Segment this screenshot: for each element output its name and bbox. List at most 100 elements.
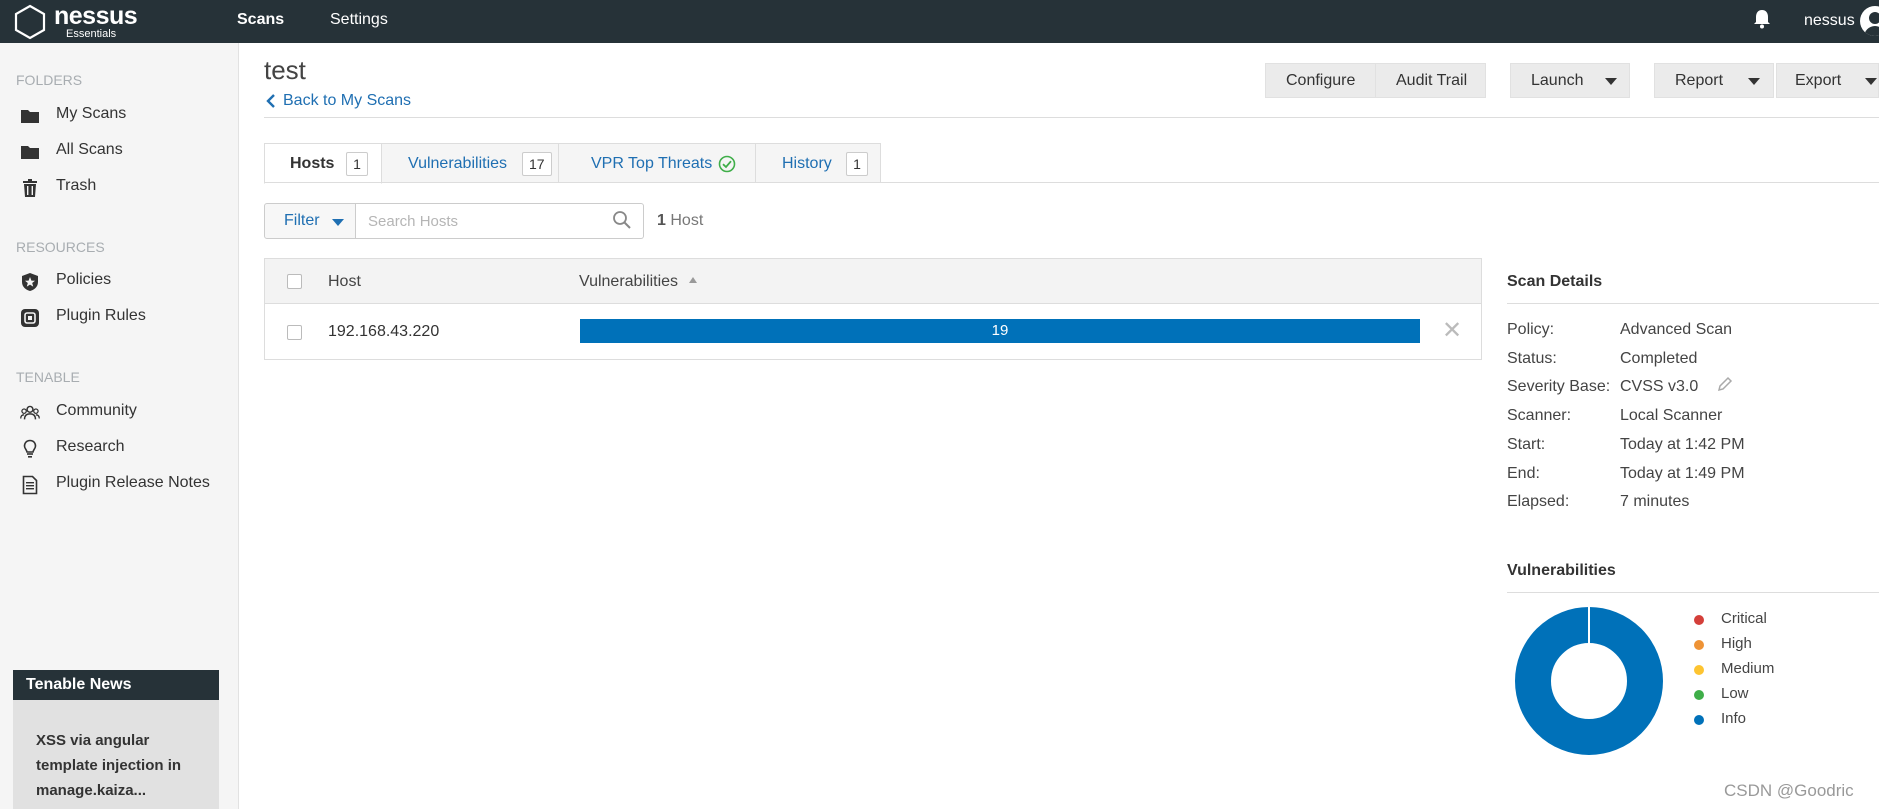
- people-icon: [20, 405, 40, 420]
- legend-swatch: [1694, 615, 1704, 625]
- avatar-head: [1869, 12, 1879, 24]
- tab-vulnerabilities[interactable]: Vulnerabilities 17: [381, 143, 559, 183]
- username[interactable]: nessus: [1804, 12, 1855, 30]
- detail-label: Elapsed:: [1507, 493, 1570, 510]
- detail-value: CVSS v3.0: [1620, 378, 1699, 395]
- caret-down-icon: [332, 219, 344, 226]
- scan-details-title: Scan Details: [1507, 273, 1603, 290]
- launch-button[interactable]: Launch: [1510, 63, 1630, 98]
- host-count: 1 Host: [657, 212, 703, 230]
- hexagon-logo-icon: [14, 4, 46, 40]
- nav-settings[interactable]: Settings: [330, 11, 388, 29]
- section-title-tenable: TENABLE: [16, 369, 80, 385]
- configure-button[interactable]: Configure: [1265, 63, 1376, 98]
- legend-label: Critical: [1721, 610, 1767, 627]
- sidebar-item-policies[interactable]: Policies: [20, 269, 230, 295]
- sidebar-item-label: Trash: [56, 177, 97, 194]
- chevron-left-icon: [266, 94, 275, 108]
- tab-label: Vulnerabilities: [408, 155, 508, 172]
- nessus-logo[interactable]: nessus Essentials: [12, 2, 152, 40]
- configure-label: Configure: [1286, 72, 1356, 89]
- shield-icon: [22, 273, 38, 291]
- sidebar-item-plugin-release-notes[interactable]: Plugin Release Notes: [20, 472, 230, 498]
- audit-trail-label: Audit Trail: [1396, 72, 1468, 89]
- sidebar: FOLDERS My Scans All Scans Trash RESOURC…: [0, 43, 239, 809]
- detail-label: Scanner:: [1507, 407, 1572, 424]
- detail-label: Status:: [1507, 350, 1557, 367]
- plugin-icon: [21, 309, 39, 327]
- logo-name: nessus: [54, 2, 138, 30]
- host-ip[interactable]: 192.168.43.220: [328, 323, 439, 341]
- tab-hosts[interactable]: Hosts 1: [264, 143, 382, 184]
- news-header: Tenable News: [13, 670, 219, 700]
- select-all-checkbox[interactable]: [287, 274, 302, 289]
- legend-swatch: [1694, 715, 1704, 725]
- news-item-link[interactable]: XSS via angular template injection in ma…: [36, 728, 206, 803]
- document-icon: [22, 475, 38, 495]
- report-button[interactable]: Report: [1654, 63, 1774, 98]
- vulnerability-count: 19: [991, 322, 1009, 339]
- row-checkbox[interactable]: [287, 325, 302, 340]
- sidebar-item-research[interactable]: Research: [20, 436, 230, 462]
- news-title: Tenable News: [26, 676, 132, 693]
- top-navigation-bar: nessus Essentials Scans Settings nessus: [0, 0, 1879, 43]
- sidebar-item-label: Plugin Release Notes: [56, 474, 210, 491]
- watermark: CSDN @Goodric: [1724, 781, 1854, 800]
- report-label: Report: [1675, 72, 1724, 89]
- detail-label: End:: [1507, 465, 1540, 482]
- sidebar-item-label: Plugin Rules: [56, 307, 146, 324]
- severity-donut-chart[interactable]: [1514, 606, 1664, 756]
- export-label: Export: [1795, 72, 1842, 89]
- section-title-resources: RESOURCES: [16, 239, 105, 255]
- nav-scans[interactable]: Scans: [237, 11, 284, 29]
- check-circle-icon: [718, 155, 736, 173]
- tab-count-badge: 17: [522, 152, 552, 176]
- tab-count-badge: 1: [346, 152, 368, 176]
- edit-pencil-icon[interactable]: [1716, 375, 1734, 393]
- hosts-table: Host Vulnerabilities 192.168.43.220 19 ✕: [264, 258, 1482, 360]
- host-count-number: 1: [657, 212, 666, 229]
- vulnerabilities-summary-title: Vulnerabilities: [1507, 562, 1616, 579]
- tab-history[interactable]: History 1: [755, 143, 881, 183]
- detail-value: Today at 1:42 PM: [1620, 436, 1745, 453]
- sidebar-item-label: Research: [56, 438, 125, 455]
- title-divider: [264, 117, 1879, 118]
- back-link-label: Back to My Scans: [283, 92, 412, 109]
- legend-label: Medium: [1721, 660, 1775, 677]
- search-icon[interactable]: [612, 210, 632, 230]
- vulnerability-count-bar[interactable]: 19: [580, 319, 1420, 343]
- remove-host-icon[interactable]: ✕: [1442, 316, 1462, 345]
- vulnerabilities-summary-divider: [1507, 592, 1879, 593]
- folder-icon: [21, 146, 39, 159]
- column-header-vulnerabilities[interactable]: Vulnerabilities: [579, 273, 678, 291]
- export-button[interactable]: Export: [1776, 63, 1879, 98]
- sidebar-item-all-scans[interactable]: All Scans: [20, 139, 230, 165]
- sidebar-item-plugin-rules[interactable]: Plugin Rules: [20, 305, 230, 331]
- sidebar-item-label: All Scans: [56, 141, 123, 158]
- tab-vpr-top-threats[interactable]: VPR Top Threats: [558, 143, 756, 183]
- detail-label: Severity Base:: [1507, 378, 1611, 395]
- section-title-folders: FOLDERS: [16, 72, 83, 88]
- sidebar-item-trash[interactable]: Trash: [20, 175, 230, 201]
- lightbulb-icon: [23, 439, 37, 458]
- detail-label: Policy:: [1507, 321, 1555, 338]
- caret-down-icon: [1748, 78, 1760, 85]
- sidebar-item-my-scans[interactable]: My Scans: [20, 103, 230, 129]
- filter-dropdown-button[interactable]: Filter: [264, 203, 356, 239]
- detail-label: Start:: [1507, 436, 1546, 453]
- audit-trail-button[interactable]: Audit Trail: [1375, 63, 1486, 98]
- host-count-label: Host: [670, 212, 704, 229]
- detail-value: 7 minutes: [1620, 493, 1690, 510]
- legend-label: Info: [1721, 710, 1747, 727]
- column-header-host[interactable]: Host: [328, 273, 361, 291]
- trash-icon: [23, 179, 37, 197]
- search-hosts-input[interactable]: [356, 203, 644, 239]
- sort-ascending-icon: [689, 277, 697, 283]
- user-avatar-icon[interactable]: [1860, 6, 1879, 36]
- sidebar-item-community[interactable]: Community: [20, 400, 230, 426]
- legend-swatch: [1694, 665, 1704, 675]
- tab-count-badge: 1: [846, 152, 868, 176]
- bell-icon[interactable]: [1752, 8, 1772, 30]
- caret-down-icon: [1865, 78, 1877, 85]
- caret-down-icon: [1605, 78, 1617, 85]
